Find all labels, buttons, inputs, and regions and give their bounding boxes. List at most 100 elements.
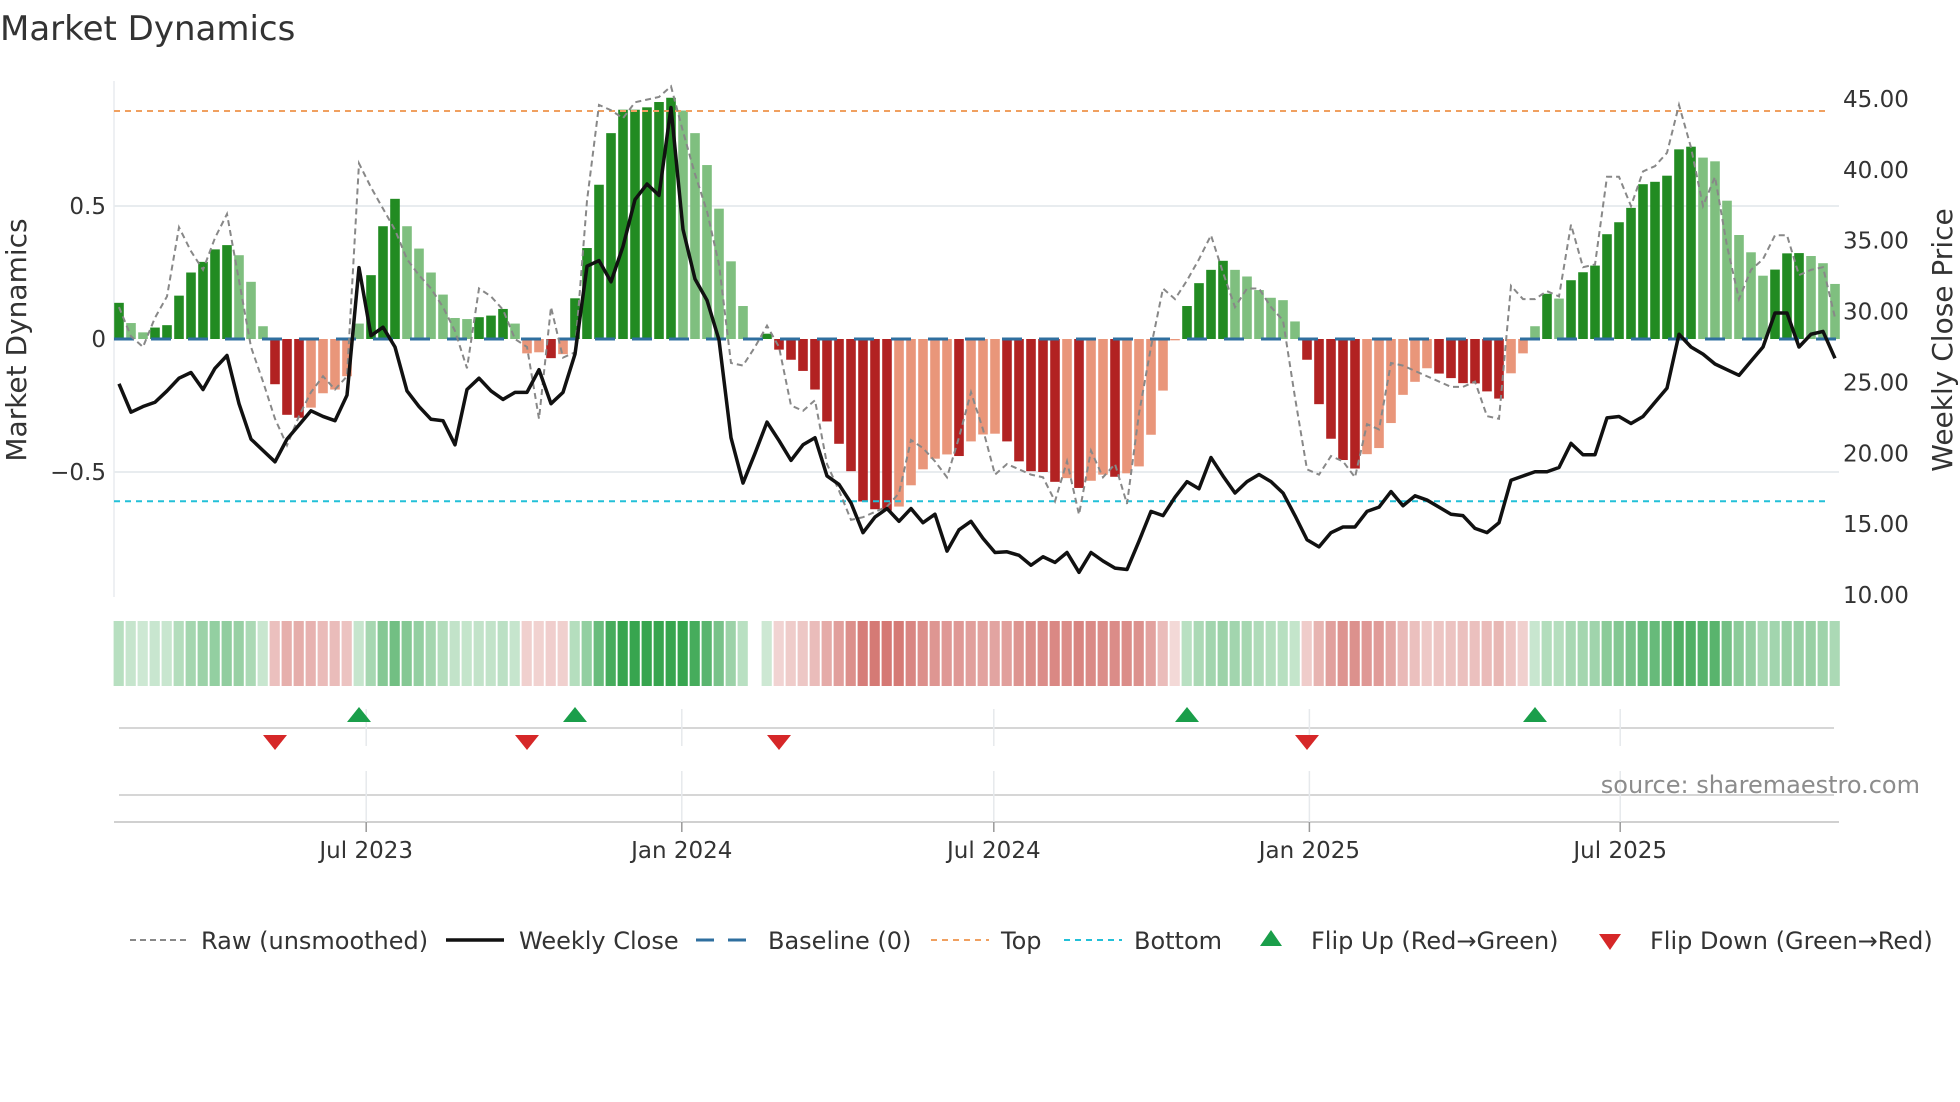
regime-cell [1313, 621, 1324, 686]
dynamics-bar [174, 295, 184, 339]
dynamics-bar [1662, 175, 1672, 339]
x-axis-ticks: Jul 2023 Jan 2024 Jul 2024 Jan 2025 Jul 2025 [317, 822, 1667, 864]
regime-cell [941, 621, 952, 686]
flip-up-marker [1175, 707, 1199, 722]
dynamics-bar [1182, 306, 1192, 339]
legend-item-top: Top [931, 927, 1042, 955]
dynamics-bar [1446, 339, 1456, 379]
dynamics-bar [1050, 339, 1060, 482]
regime-cell [1001, 621, 1012, 686]
regime-cell [1637, 621, 1648, 686]
regime-cell [1385, 621, 1396, 686]
regime-cell [1025, 621, 1036, 686]
dynamics-bar [786, 339, 796, 360]
regime-cell [317, 621, 328, 686]
dynamics-bar [1098, 339, 1108, 475]
regime-cell [1073, 621, 1084, 686]
dynamics-bar [222, 245, 232, 339]
dynamics-bar [318, 339, 328, 394]
regime-cell [1757, 621, 1768, 686]
dynamics-bar [414, 248, 424, 339]
dynamics-bar [1410, 339, 1420, 382]
regime-cell [917, 621, 928, 686]
regime-cell [521, 621, 532, 686]
regime-cell [1445, 621, 1456, 686]
dynamics-bar [738, 306, 748, 339]
x-tick-label: Jul 2023 [317, 838, 413, 864]
regime-cell [197, 621, 208, 686]
dynamics-bar [1374, 339, 1384, 449]
dynamics-bar [762, 333, 772, 339]
dynamics-bar [198, 261, 208, 339]
dynamics-bar [654, 102, 664, 339]
dynamics-bar [1506, 339, 1516, 374]
flip-up-marker [1523, 707, 1547, 722]
regime-cell [1085, 621, 1096, 686]
regime-cell [701, 621, 712, 686]
dynamics-bar [1554, 298, 1564, 339]
dynamics-bar [498, 308, 508, 339]
dynamics-bar [810, 339, 820, 390]
dynamics-bars [114, 97, 1840, 511]
regime-cell [545, 621, 556, 686]
dynamics-bar [1422, 339, 1432, 369]
dynamics-bar [210, 249, 220, 339]
regime-cell [473, 621, 484, 686]
regime-cell [221, 621, 232, 686]
dynamics-bar [1350, 339, 1360, 469]
regime-cell [929, 621, 940, 686]
regime-cell [161, 621, 172, 686]
dynamics-bar [1518, 339, 1528, 354]
dynamics-bar [1146, 339, 1156, 435]
regime-cell [1325, 621, 1336, 686]
series-lines [117, 84, 1837, 575]
regime-cell [1781, 621, 1792, 686]
dynamics-bar [1134, 339, 1144, 467]
flip-panel [114, 707, 1839, 823]
dynamics-bar [1686, 146, 1696, 339]
flip-down-marker [515, 735, 539, 750]
left-axis-ticks: 0.5 0 −0.5 [50, 194, 106, 486]
regime-cell [977, 621, 988, 686]
regime-cell [1109, 621, 1120, 686]
legend-item-close: Weekly Close [446, 927, 679, 955]
dynamics-bar [1578, 272, 1588, 339]
regime-cell [1745, 621, 1756, 686]
regime-cell [773, 621, 784, 686]
dynamics-bar [1710, 161, 1720, 339]
dynamics-bar [1458, 339, 1468, 384]
dynamics-bar [1674, 149, 1684, 339]
regime-cell [569, 621, 580, 686]
dynamics-bar [1314, 339, 1324, 405]
regime-cell [1673, 621, 1684, 686]
regime-cell [341, 621, 352, 686]
regime-cell [113, 621, 124, 686]
flip-down-marker [1295, 735, 1319, 750]
regime-cell [509, 621, 520, 686]
dynamics-bar [1278, 300, 1288, 339]
regime-cell [1337, 621, 1348, 686]
flip-down-icon [1599, 934, 1621, 950]
flip-up-icon [1260, 930, 1282, 946]
legend-item-flip-up: Flip Up (Red→Green) [1260, 927, 1559, 955]
flip-up-marker [347, 707, 371, 722]
dynamics-bar [1566, 280, 1576, 339]
dynamics-bar [1614, 222, 1624, 339]
regime-cell [1301, 621, 1312, 686]
legend-label: Raw (unsmoothed) [201, 927, 428, 955]
dynamics-bar [1818, 263, 1828, 339]
regime-cell [329, 621, 340, 686]
legend: Raw (unsmoothed) Weekly Close Baseline (0)… [130, 927, 1933, 955]
regime-cell [785, 621, 796, 686]
regime-cell [725, 621, 736, 686]
regime-cell [1253, 621, 1264, 686]
legend-item-baseline: Baseline (0) [696, 927, 911, 955]
regime-cell [665, 621, 676, 686]
regime-cell [1805, 621, 1816, 686]
regime-cell [893, 621, 904, 686]
regime-cell [1193, 621, 1204, 686]
dynamics-bar [330, 339, 340, 390]
regime-cell [1409, 621, 1420, 686]
regime-cell [689, 621, 700, 686]
dynamics-bar [1206, 269, 1216, 339]
